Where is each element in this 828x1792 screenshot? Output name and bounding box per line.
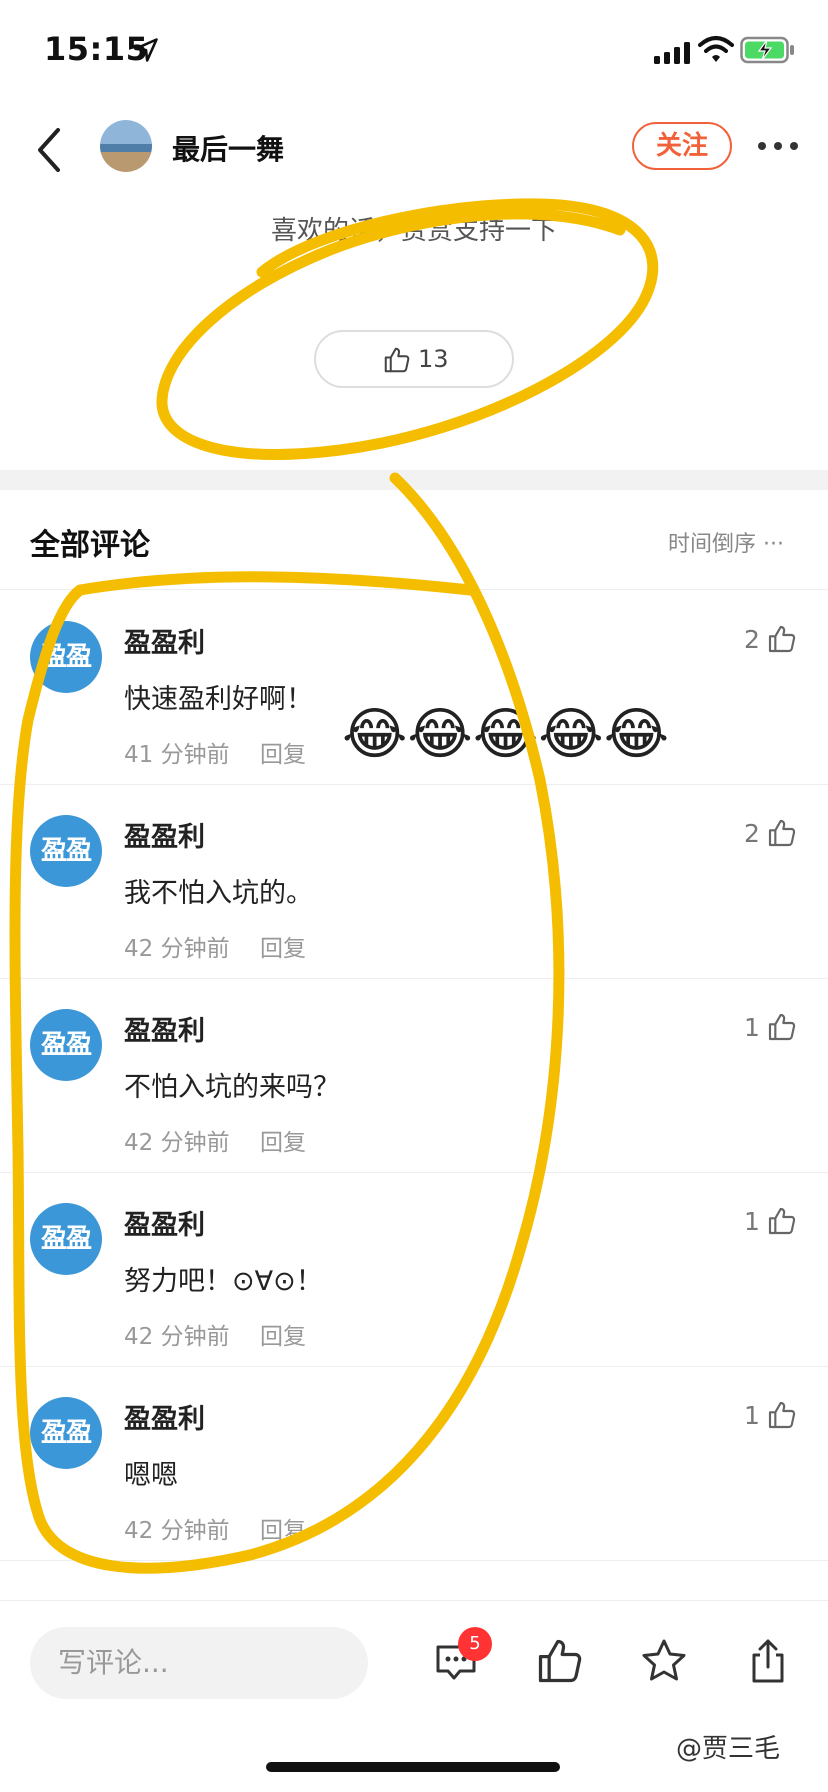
comment-text: 快速盈利好啊！: [124, 684, 313, 715]
article-like-count: 13: [418, 345, 449, 373]
comment-item: 盈盈 盈盈利 我不怕入坑的。 42 分钟前 回复 2: [0, 785, 828, 979]
signal-icon: [654, 42, 690, 64]
thumbs-up-icon: [384, 347, 410, 373]
author-avatar[interactable]: [100, 120, 152, 172]
back-chevron-icon[interactable]: [30, 122, 70, 178]
bottom-action-bar: 写评论... 5: [0, 1600, 828, 1720]
comment-like-count: 1: [744, 1207, 760, 1236]
share-icon[interactable]: [742, 1635, 794, 1687]
battery-charging-icon: [740, 36, 794, 64]
star-icon[interactable]: [638, 1635, 690, 1687]
commenter-name[interactable]: 盈盈利: [124, 815, 205, 854]
location-arrow-icon: [134, 38, 158, 62]
comment-time: 42 分钟前: [124, 1130, 230, 1156]
comment-count-badge: 5: [458, 1627, 492, 1661]
commenter-avatar[interactable]: 盈盈: [30, 1397, 102, 1469]
article-like-button[interactable]: 13: [314, 330, 514, 388]
comment-item: 盈盈 盈盈利 努力吧！⊙∀⊙！ 42 分钟前 回复 1: [0, 1173, 828, 1367]
comment-like-button[interactable]: 1: [730, 1399, 800, 1435]
comment-like-button[interactable]: 1: [730, 1011, 800, 1047]
comment-like-count: 2: [744, 625, 760, 654]
more-dots-icon[interactable]: [752, 122, 804, 170]
comment-text: 努力吧！⊙∀⊙！: [124, 1266, 323, 1297]
reply-button[interactable]: 回复: [260, 929, 306, 963]
thumbs-up-icon[interactable]: [534, 1635, 586, 1687]
status-bar: 15:15: [0, 0, 828, 100]
commenter-avatar[interactable]: 盈盈: [30, 1203, 102, 1275]
comment-time: 42 分钟前: [124, 936, 230, 962]
follow-button[interactable]: 关注: [632, 122, 732, 170]
reply-button[interactable]: 回复: [260, 1123, 306, 1157]
comment-like-button[interactable]: 2: [730, 817, 800, 853]
comment-like-count: 2: [744, 819, 760, 848]
commenter-name[interactable]: 盈盈利: [124, 621, 205, 660]
commenter-avatar[interactable]: 盈盈: [30, 621, 102, 693]
reply-button[interactable]: 回复: [260, 1511, 306, 1545]
section-divider: [0, 470, 828, 490]
thumbs-up-icon: [768, 1013, 796, 1041]
wifi-icon: [698, 36, 734, 62]
top-nav-bar: 最后一舞 关注: [0, 100, 828, 200]
laughing-emoji-overlay: 😂😂😂😂😂: [342, 702, 670, 767]
commenter-name[interactable]: 盈盈利: [124, 1397, 205, 1436]
comment-item: 盈盈 盈盈利 不怕入坑的来吗？ 42 分钟前 回复 1: [0, 979, 828, 1173]
reply-button[interactable]: 回复: [260, 1317, 306, 1351]
watermark: @贾三毛: [676, 1734, 781, 1764]
commenter-name[interactable]: 盈盈利: [124, 1009, 205, 1048]
thumbs-up-icon: [768, 625, 796, 653]
comment-text: 不怕入坑的来吗？: [124, 1072, 340, 1103]
comment-input[interactable]: 写评论...: [30, 1627, 368, 1699]
comments-title: 全部评论: [30, 528, 150, 563]
comment-time: 42 分钟前: [124, 1518, 230, 1544]
home-indicator: [266, 1762, 560, 1772]
comments-header: 全部评论 时间倒序 ···: [0, 490, 828, 590]
reply-button[interactable]: 回复: [260, 735, 306, 769]
thumbs-up-icon: [768, 819, 796, 847]
commenter-avatar[interactable]: 盈盈: [30, 815, 102, 887]
commenter-name[interactable]: 盈盈利: [124, 1203, 205, 1242]
comment-like-button[interactable]: 2: [730, 623, 800, 659]
comment-item: 盈盈 盈盈利 嗯嗯 42 分钟前 回复 1: [0, 1367, 828, 1561]
thumbs-up-icon: [768, 1207, 796, 1235]
comment-time: 42 分钟前: [124, 1324, 230, 1350]
commenter-avatar[interactable]: 盈盈: [30, 1009, 102, 1081]
comment-like-count: 1: [744, 1013, 760, 1042]
comment-like-count: 1: [744, 1401, 760, 1430]
comment-time: 41 分钟前: [124, 742, 230, 768]
sort-order-button[interactable]: 时间倒序 ···: [668, 526, 784, 558]
reward-prompt: 喜欢的话，赏赏支持一下: [270, 216, 557, 246]
comment-like-button[interactable]: 1: [730, 1205, 800, 1241]
comment-text: 嗯嗯: [124, 1460, 178, 1491]
author-name[interactable]: 最后一舞: [172, 128, 284, 168]
comment-text: 我不怕入坑的。: [124, 878, 313, 909]
thumbs-up-icon: [768, 1401, 796, 1429]
